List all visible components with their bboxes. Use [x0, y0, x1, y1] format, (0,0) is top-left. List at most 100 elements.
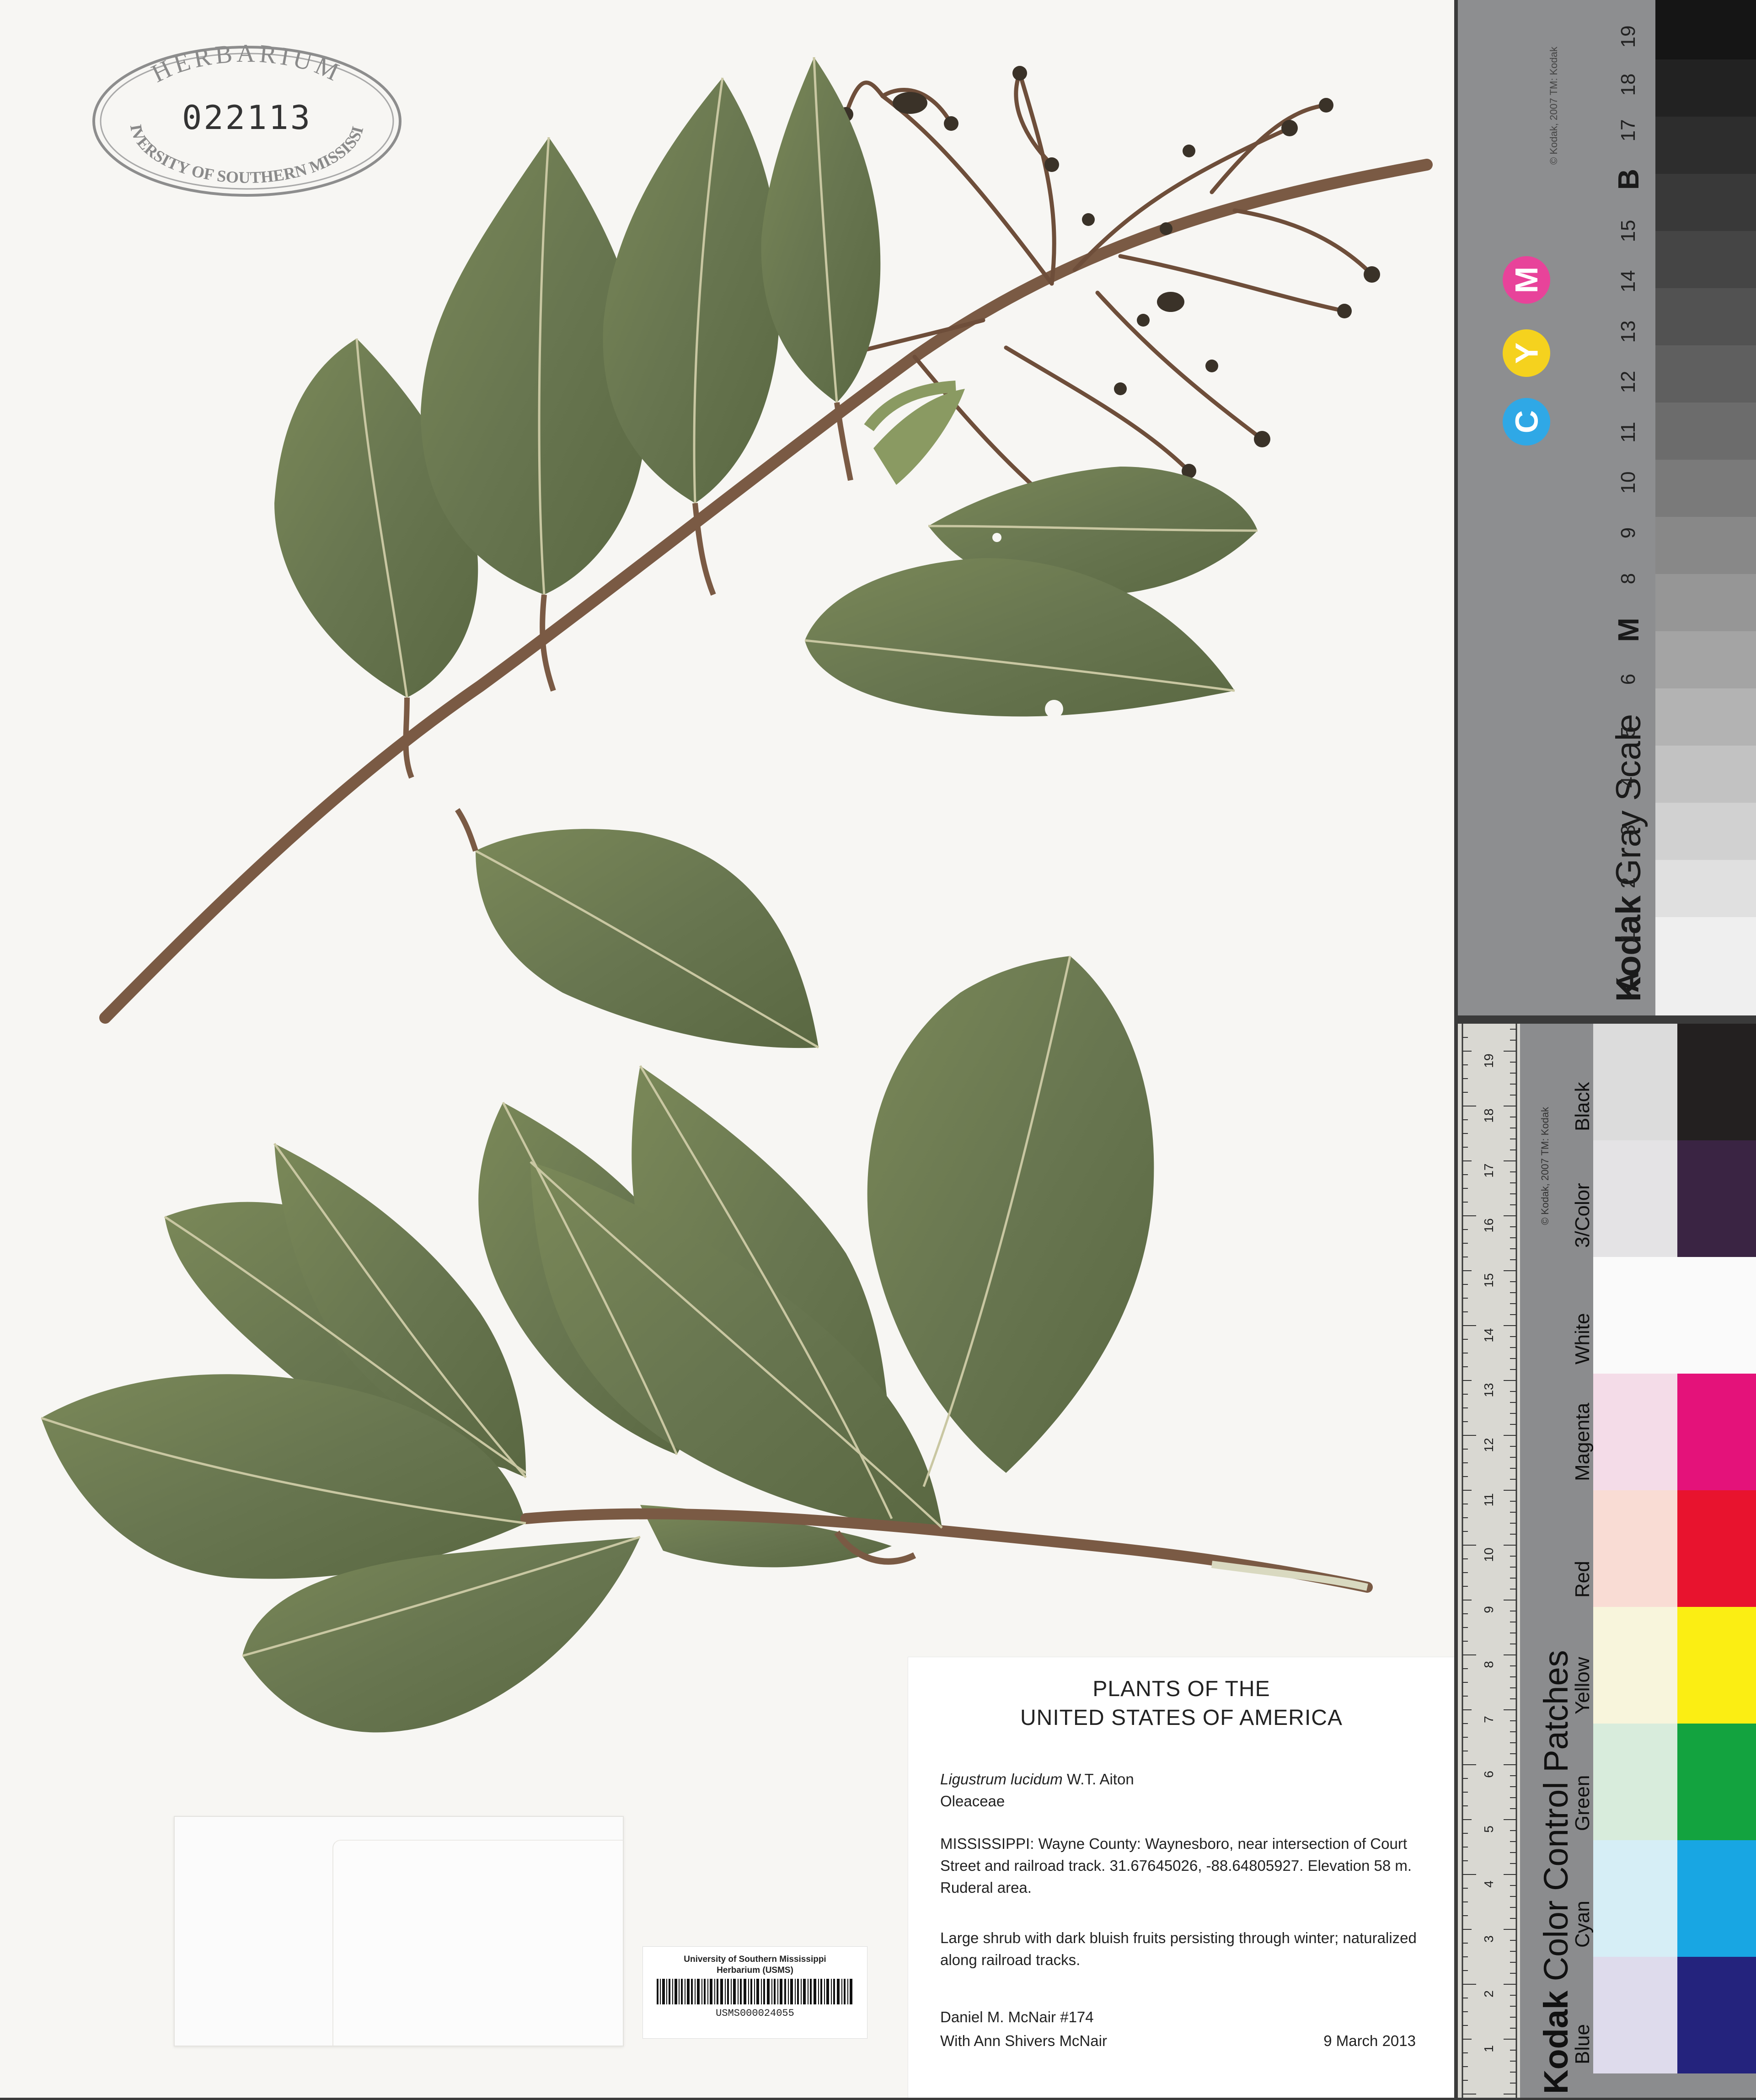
ruler-number: 6: [1482, 1771, 1496, 1778]
ruler-number: 11: [1482, 1493, 1496, 1507]
catalog-number: USMS000024055: [716, 2008, 794, 2019]
gray-number: 13: [1617, 320, 1639, 343]
ruler-number: 10: [1482, 1547, 1496, 1562]
gray-number: 14: [1617, 270, 1639, 293]
herbarium-sheet: HERBARIUM UNIVERSITY OF SOUTHERN MISSISS…: [0, 0, 1454, 2098]
gray-patch: [1655, 288, 1756, 345]
gray-scale-copyright: © Kodak, 2007 TM: Kodak: [1548, 47, 1559, 165]
scientific-name-line: Ligustrum lucidum W.T. Aiton: [940, 1768, 1425, 1790]
gray-number: 11: [1617, 422, 1639, 443]
gray-patch: [1655, 345, 1756, 403]
gray-patch: [1655, 574, 1756, 631]
gray-patch: [1655, 460, 1756, 517]
gray-number: 18: [1617, 73, 1639, 96]
gray-number: 8: [1617, 573, 1639, 585]
gray-number: 6: [1617, 673, 1639, 685]
gray-number: 2: [1617, 877, 1639, 889]
ruler-number: 2: [1482, 1990, 1496, 1998]
lower-branch: [41, 956, 1373, 1733]
kodak-gray-scale: Kodak Gray Scale A M B 1 2 3 4 5 6 8 9 1…: [1458, 0, 1756, 1015]
color-card-brand: Kodak: [1537, 1990, 1575, 2094]
stamp-number: 022113: [182, 98, 312, 137]
gray-number: 17: [1617, 119, 1639, 142]
kodak-color-control-patches: 1 2 3 4 5 6 7 8 9 10 11 12 13 14 15 16 1…: [1458, 1024, 1756, 2098]
color-card-name: Color Control Patches: [1537, 1650, 1575, 1982]
gray-letter-b: B: [1612, 168, 1645, 190]
color-patch-dark: [1677, 1724, 1756, 1840]
gray-patch: [1655, 860, 1756, 917]
ruler-number: 19: [1482, 1053, 1496, 1068]
gray-number: 1: [1617, 932, 1639, 944]
ruler-number: 4: [1482, 1880, 1496, 1888]
stamp-top-text: HERBARIUM: [147, 39, 343, 88]
collector-name: Daniel M. McNair #174: [940, 2009, 1094, 2025]
envelope-flap: [332, 1840, 623, 2046]
taxon-author: W.T. Aiton: [1066, 1771, 1134, 1788]
gray-patch: [1655, 403, 1756, 460]
color-patch-label: Black: [1571, 1082, 1594, 1131]
barcode-icon: [657, 1979, 852, 2004]
barcode-label: University of Southern Mississippi Herba…: [642, 1946, 867, 2039]
barcode-herbarium: Herbarium (USMS): [717, 1966, 793, 1975]
color-patch-dark: [1677, 1257, 1756, 1374]
gray-patch: [1655, 746, 1756, 803]
gray-patch: [1655, 631, 1756, 688]
svg-text:HERBARIUM: HERBARIUM: [147, 43, 347, 88]
gray-letter-a: A: [1612, 971, 1645, 993]
label-title-line-2: UNITED STATES OF AMERICA: [1020, 1706, 1343, 1730]
ruler-number: 3: [1482, 1935, 1496, 1943]
gray-number: 4: [1617, 776, 1639, 788]
gray-patch: [1655, 231, 1756, 288]
scientific-name: Ligustrum lucidum: [940, 1771, 1063, 1788]
yellow-badge-icon: Y: [1503, 329, 1550, 377]
color-patch-label: 3/Color: [1571, 1183, 1594, 1248]
locality-text: MISSISSIPPI: Wayne County: Waynesboro, n…: [940, 1835, 1412, 1896]
collection-date: 9 March 2013: [1323, 2032, 1416, 2049]
color-patch-label: Red: [1571, 1561, 1594, 1598]
ruler-number: 5: [1482, 1826, 1496, 1833]
color-patch-label: White: [1571, 1313, 1594, 1364]
fragment-envelope: [174, 1816, 624, 2046]
color-patch-dark: [1677, 1607, 1756, 1724]
ruler-number: 1: [1482, 2045, 1496, 2052]
gray-patch: [1655, 803, 1756, 860]
ruler-number: 14: [1482, 1328, 1496, 1343]
gray-letter-m: M: [1612, 618, 1645, 642]
color-card-copyright: © Kodak, 2007 TM: Kodak: [1539, 1107, 1551, 1225]
gray-patch: [1655, 517, 1756, 574]
color-patch-dark: [1677, 1374, 1756, 1490]
color-patch-dark: [1677, 1024, 1756, 1140]
upper-branch: [99, 57, 1433, 1049]
ruler-number: 16: [1482, 1218, 1496, 1233]
label-title-line-1: PLANTS OF THE: [1092, 1677, 1270, 1701]
gray-scale-title: Kodak Gray Scale: [1609, 714, 1649, 1002]
color-card-title: Kodak Color Control Patches: [1536, 1650, 1575, 2094]
ruler-number: 18: [1482, 1108, 1496, 1123]
gray-patch: [1655, 0, 1756, 59]
associate-collectors: With Ann Shivers McNair: [940, 2032, 1107, 2049]
gray-patch: [1655, 917, 1756, 1015]
color-patch-dark: [1677, 1840, 1756, 1957]
gray-number: 9: [1617, 527, 1639, 539]
family-name: Oleaceae: [940, 1793, 1005, 1810]
specimen-label: PLANTS OF THE UNITED STATES OF AMERICA L…: [908, 1657, 1454, 2098]
description-text: Large shrub with dark bluish fruits pers…: [940, 1929, 1417, 1968]
magenta-badge-icon: M: [1503, 256, 1550, 304]
color-patch-dark: [1677, 1490, 1756, 1607]
gray-number: 12: [1617, 371, 1639, 393]
ruler-number: 17: [1482, 1163, 1496, 1178]
gray-number: 3: [1617, 824, 1639, 836]
gray-patch: [1655, 117, 1756, 174]
barcode-institution: University of Southern Mississippi: [684, 1955, 826, 1964]
gray-patch: [1655, 174, 1756, 231]
ruler-number: 8: [1482, 1661, 1496, 1668]
ruler-number: 9: [1482, 1606, 1496, 1613]
gray-number: 10: [1617, 471, 1639, 494]
gray-number: 19: [1617, 25, 1639, 48]
gray-number: 5: [1617, 726, 1639, 738]
herbarium-stamp: HERBARIUM UNIVERSITY OF SOUTHERN MISSISS…: [83, 29, 405, 199]
color-patch-label: Magenta: [1571, 1402, 1594, 1481]
ruler-number: 12: [1482, 1438, 1496, 1452]
gray-patch: [1655, 688, 1756, 746]
gray-number: 15: [1617, 220, 1639, 242]
